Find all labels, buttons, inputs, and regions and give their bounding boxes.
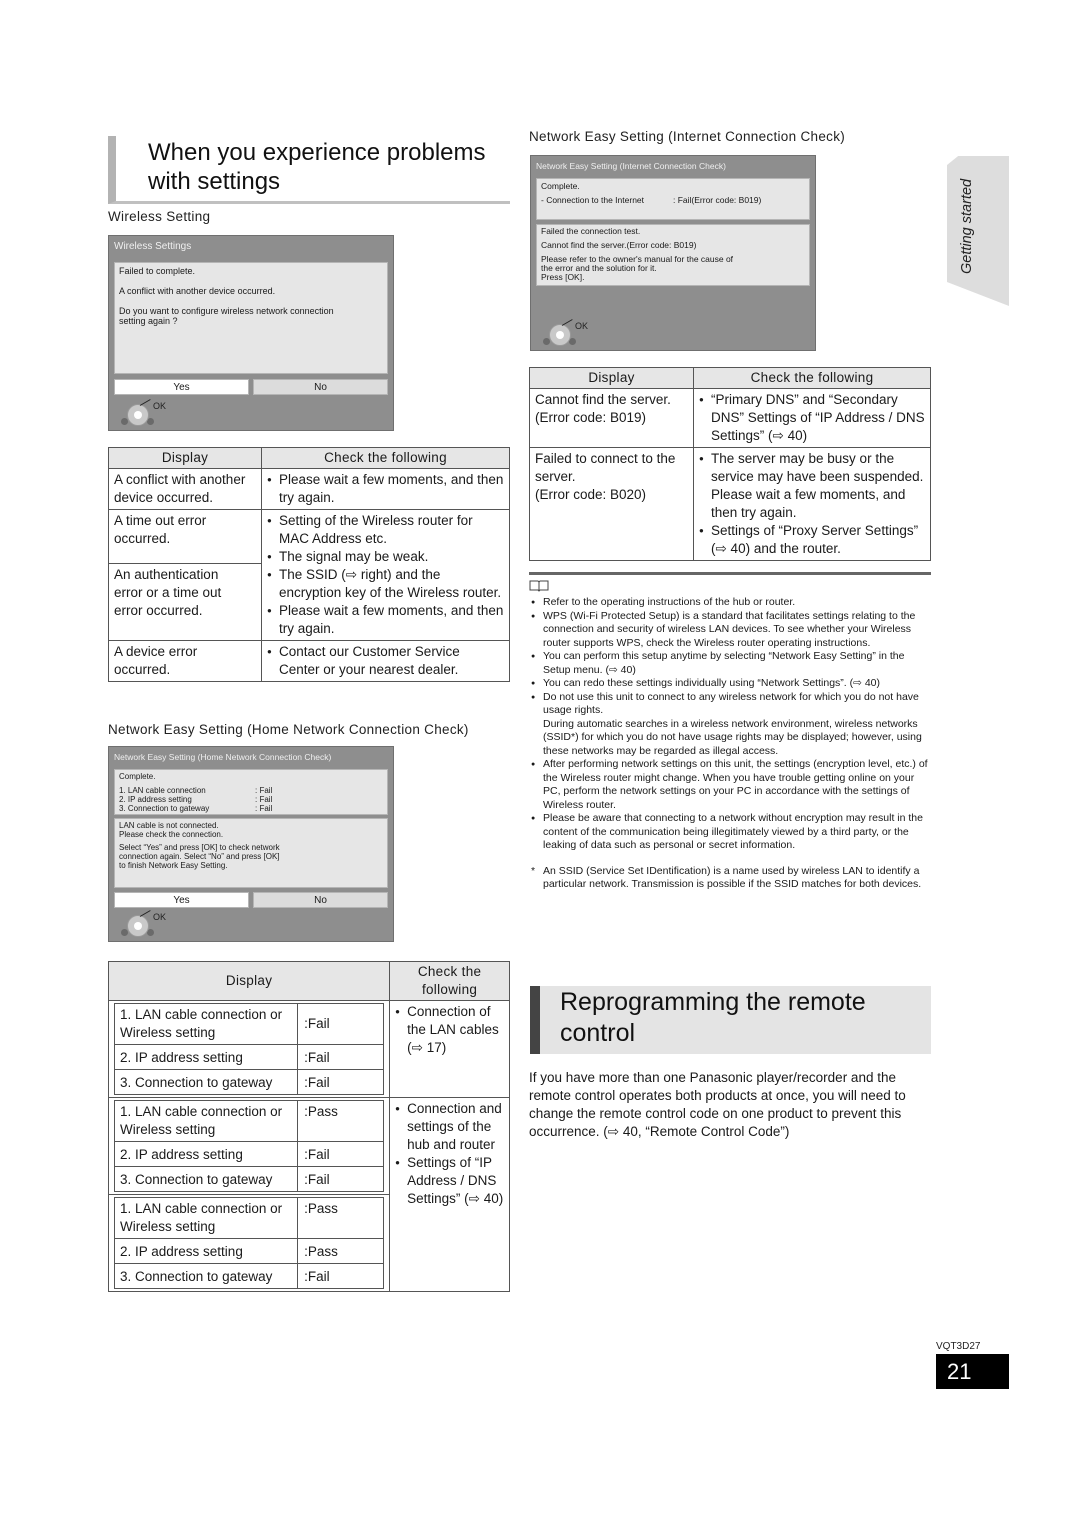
- home-network-check-screen: Network Easy Setting (Home Network Conne…: [108, 746, 394, 942]
- check-cell: Setting of the Wireless router for MAC A…: [261, 509, 510, 641]
- side-tab-label: Getting started: [959, 178, 975, 274]
- heading-line-1: Reprogramming the remote: [560, 988, 866, 1016]
- display-cell: 1. LAN cable connection or Wireless sett…: [107, 1000, 391, 1098]
- column-header-display: Display: [108, 447, 262, 469]
- section-heading-settings-problems: When you experience problems with settin…: [108, 136, 510, 204]
- table-row: A time out erroroccurred. Setting of the…: [108, 509, 510, 641]
- internet-troubleshoot-table: Display Check the following Cannot find …: [529, 367, 931, 561]
- result-pane: Complete. - Connection to the Internet: …: [536, 178, 810, 220]
- wireless-settings-screen: Wireless Settings Failed to complete. A …: [108, 235, 394, 431]
- yes-button[interactable]: Yes: [114, 892, 249, 908]
- check-cell: Contact our Customer Service Center or y…: [261, 640, 510, 682]
- yes-button[interactable]: Yes: [114, 379, 249, 395]
- note-item: Refer to the operating instructions of t…: [529, 596, 931, 610]
- message-line: Press [OK].: [541, 272, 585, 282]
- result-pane: Complete. 1. LAN cable connection: Fail …: [114, 769, 388, 815]
- remote-navigation-icon: OK: [117, 399, 177, 430]
- message-line: Do you want to configure wireless networ…: [119, 306, 334, 316]
- table-row: A conflict with another device occurred. …: [108, 468, 510, 510]
- note-item: After performing network settings on thi…: [529, 758, 931, 812]
- table-row: Failed to connect to the server. (Error co…: [529, 447, 931, 561]
- ok-label: OK: [575, 321, 589, 331]
- notes-list: Refer to the operating instructions of t…: [529, 596, 931, 853]
- screen-title: Wireless Settings: [114, 241, 192, 252]
- message-line: Select “Yes” and press [OK] to check net…: [119, 843, 280, 852]
- internet-check-caption: Network Easy Setting (Internet Connectio…: [529, 129, 846, 144]
- side-tab-getting-started: Getting started: [947, 156, 1009, 306]
- note-item: Please be aware that connecting to a net…: [529, 812, 931, 853]
- check-cell: Please wait a few moments, and then try …: [261, 468, 510, 510]
- home-network-caption: Network Easy Setting (Home Network Conne…: [108, 722, 469, 737]
- heading-line-2: with settings: [148, 168, 281, 195]
- book-icon: [529, 580, 549, 592]
- table-row: A device erroroccurred. Contact our Cust…: [108, 640, 510, 682]
- column-header-display: Display: [107, 961, 391, 1001]
- column-header-check: Check the following: [261, 447, 510, 469]
- complete-text: Complete.: [119, 772, 156, 781]
- heading-line-1: When you experience problems: [148, 139, 486, 166]
- display-cell: 1. LAN cable connection or Wireless sett…: [107, 1097, 391, 1195]
- check-cell: “Primary DNS” and “Secondary DNS” Settin…: [693, 388, 931, 448]
- table-row: 1. LAN cable connection or Wireless sett…: [107, 1097, 510, 1292]
- message-line: setting again ?: [119, 316, 178, 326]
- display-cell: A device error occurred.: [108, 640, 262, 682]
- message-line: A conflict with another device occurred.: [119, 286, 276, 296]
- remote-navigation-icon: OK: [539, 319, 599, 350]
- note-item: You can redo these settings individually…: [529, 677, 931, 691]
- result-row: 3. Connection to gateway: Fail: [119, 804, 273, 813]
- heading-line-2: control: [560, 1019, 636, 1047]
- wireless-setting-caption: Wireless Setting: [108, 209, 211, 224]
- ok-label: OK: [153, 401, 167, 411]
- home-network-troubleshoot-table: Display Check the following 1. LAN cable…: [107, 961, 510, 1292]
- column-header-check: Check the following: [693, 367, 931, 389]
- remote-navigation-icon: OK: [117, 910, 177, 941]
- reprogramming-paragraph: If you have more than one Panasonic play…: [529, 1070, 906, 1139]
- note-item: You can perform this setup anytime by se…: [529, 650, 931, 677]
- check-cell: The server may be busy or the service ma…: [693, 447, 931, 561]
- display-cell: 1. LAN cable connection or Wireless sett…: [107, 1194, 391, 1292]
- table-row: 1. LAN cable connection or Wireless sett…: [107, 1000, 510, 1098]
- page-number: 21: [936, 1354, 1009, 1389]
- note-item: WPS (Wi-Fi Protected Setup) is a standar…: [529, 610, 931, 651]
- message-pane: Failed the connection test. Cannot find …: [536, 224, 810, 286]
- notes-section: Refer to the operating instructions of t…: [529, 572, 931, 892]
- no-button[interactable]: No: [253, 379, 388, 395]
- screen-title: Network Easy Setting (Home Network Conne…: [114, 752, 332, 762]
- ssid-footnote: * An SSID (Service Set IDentification) i…: [531, 864, 922, 891]
- message-line: to finish Network Easy Setting.: [119, 861, 228, 870]
- message-line: Failed to complete.: [119, 266, 196, 276]
- message-line: connection again. Select “No” and press …: [119, 852, 280, 861]
- note-item: Do not use this unit to connect to any w…: [529, 691, 931, 759]
- result-row: - Connection to the Internet: Fail(Error…: [541, 195, 762, 205]
- display-cell: A time out error occurred.: [108, 509, 262, 564]
- message-line: Cannot find the server.(Error code: B019…: [541, 240, 697, 250]
- ok-label: OK: [153, 912, 167, 922]
- result-row: 1. LAN cable connection: Fail: [119, 786, 273, 795]
- result-row: 2. IP address setting: Fail: [119, 795, 273, 804]
- complete-text: Complete.: [541, 181, 580, 191]
- column-header-display: Display: [529, 367, 694, 389]
- message-pane: LAN cable is not connected. Please check…: [114, 818, 388, 888]
- internet-check-screen: Network Easy Setting (Internet Connectio…: [530, 155, 816, 351]
- display-cell: Cannot find the server. (Error code: B019…: [529, 388, 694, 448]
- display-cell: An authentication error or a time out erro…: [108, 562, 262, 642]
- column-header-check: Check the following: [389, 961, 510, 1001]
- check-cell: Connection of the LAN cables (⇨ 17): [389, 1000, 510, 1098]
- no-button[interactable]: No: [253, 892, 388, 908]
- wireless-troubleshoot-table: Display Check the following A conflict w…: [108, 447, 510, 682]
- table-row: Cannot find the server. (Error code: B019…: [529, 388, 931, 448]
- message-line: Please check the connection.: [119, 830, 224, 839]
- section-heading-reprogramming: Reprogramming the remote control: [530, 986, 931, 1054]
- message-line: Failed the connection test.: [541, 226, 641, 236]
- document-code: VQT3D27: [936, 1341, 981, 1352]
- message-pane: Failed to complete. A conflict with anot…: [114, 262, 388, 374]
- message-line: LAN cable is not connected.: [119, 821, 219, 830]
- check-cell: Connection and settings of the hub and r…: [389, 1097, 510, 1292]
- display-cell: Failed to connect to the server. (Error co…: [529, 447, 694, 561]
- display-cell: A conflict with another device occurred.: [108, 468, 262, 510]
- screen-title: Network Easy Setting (Internet Connectio…: [536, 161, 726, 171]
